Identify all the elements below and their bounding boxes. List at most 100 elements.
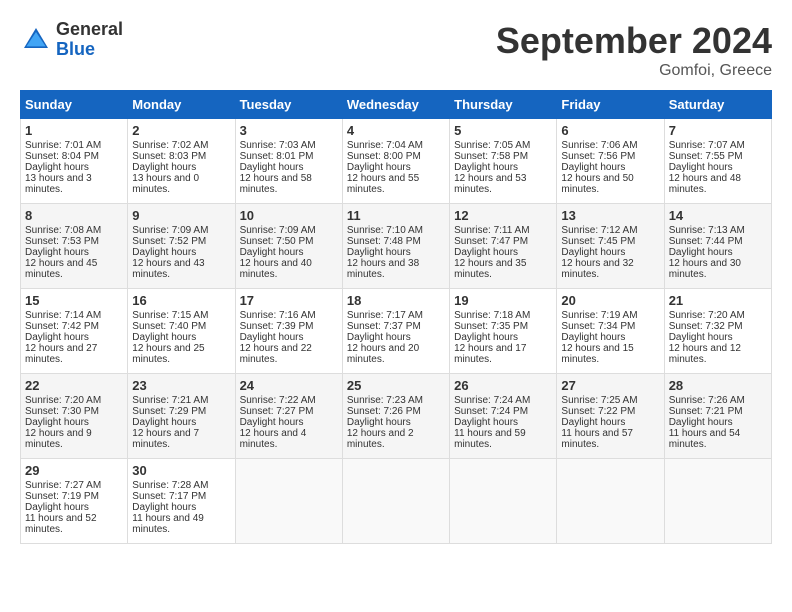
sunrise-label: Sunrise: 7:27 AM bbox=[25, 480, 101, 491]
col-wednesday: Wednesday bbox=[342, 91, 449, 119]
day-number: 10 bbox=[240, 208, 338, 223]
daylight-label: Daylight hours bbox=[561, 332, 625, 343]
daylight-value: 12 hours and 7 minutes. bbox=[132, 428, 199, 450]
sunrise-label: Sunrise: 7:07 AM bbox=[669, 140, 745, 151]
sunrise-label: Sunrise: 7:11 AM bbox=[454, 225, 529, 236]
sunset-label: Sunset: 8:01 PM bbox=[240, 151, 314, 162]
day-number: 20 bbox=[561, 293, 659, 308]
day-number: 8 bbox=[25, 208, 123, 223]
daylight-value: 11 hours and 57 minutes. bbox=[561, 428, 633, 450]
sunrise-label: Sunrise: 7:25 AM bbox=[561, 395, 637, 406]
day-number: 6 bbox=[561, 123, 659, 138]
logo-blue: Blue bbox=[56, 39, 95, 59]
day-number: 9 bbox=[132, 208, 230, 223]
daylight-value: 12 hours and 50 minutes. bbox=[561, 173, 633, 195]
day-number: 2 bbox=[132, 123, 230, 138]
table-row: 17 Sunrise: 7:16 AM Sunset: 7:39 PM Dayl… bbox=[235, 289, 342, 374]
logo-general: General bbox=[56, 19, 123, 39]
daylight-label: Daylight hours bbox=[240, 162, 304, 173]
day-number: 19 bbox=[454, 293, 552, 308]
daylight-label: Daylight hours bbox=[132, 417, 196, 428]
logo-text: General Blue bbox=[56, 20, 123, 60]
day-number: 16 bbox=[132, 293, 230, 308]
table-row: 21 Sunrise: 7:20 AM Sunset: 7:32 PM Dayl… bbox=[664, 289, 771, 374]
sunrise-label: Sunrise: 7:26 AM bbox=[669, 395, 745, 406]
daylight-label: Daylight hours bbox=[25, 502, 89, 513]
daylight-label: Daylight hours bbox=[240, 247, 304, 258]
daylight-value: 12 hours and 9 minutes. bbox=[25, 428, 92, 450]
day-number: 24 bbox=[240, 378, 338, 393]
calendar-week-1: 1 Sunrise: 7:01 AM Sunset: 8:04 PM Dayli… bbox=[21, 119, 772, 204]
sunset-label: Sunset: 7:32 PM bbox=[669, 321, 743, 332]
calendar-week-3: 15 Sunrise: 7:14 AM Sunset: 7:42 PM Dayl… bbox=[21, 289, 772, 374]
day-number: 29 bbox=[25, 463, 123, 478]
table-row: 8 Sunrise: 7:08 AM Sunset: 7:53 PM Dayli… bbox=[21, 204, 128, 289]
sunset-label: Sunset: 7:22 PM bbox=[561, 406, 635, 417]
calendar-header-row: Sunday Monday Tuesday Wednesday Thursday… bbox=[21, 91, 772, 119]
day-number: 5 bbox=[454, 123, 552, 138]
sunrise-label: Sunrise: 7:04 AM bbox=[347, 140, 423, 151]
daylight-label: Daylight hours bbox=[132, 247, 196, 258]
calendar-table: Sunday Monday Tuesday Wednesday Thursday… bbox=[20, 90, 772, 544]
sunset-label: Sunset: 7:55 PM bbox=[669, 151, 743, 162]
sunset-label: Sunset: 7:29 PM bbox=[132, 406, 206, 417]
day-number: 15 bbox=[25, 293, 123, 308]
sunset-label: Sunset: 7:19 PM bbox=[25, 491, 99, 502]
sunset-label: Sunset: 7:35 PM bbox=[454, 321, 528, 332]
sunset-label: Sunset: 7:53 PM bbox=[25, 236, 99, 247]
daylight-value: 12 hours and 20 minutes. bbox=[347, 343, 419, 365]
day-number: 3 bbox=[240, 123, 338, 138]
day-number: 4 bbox=[347, 123, 445, 138]
calendar-week-4: 22 Sunrise: 7:20 AM Sunset: 7:30 PM Dayl… bbox=[21, 374, 772, 459]
sunrise-label: Sunrise: 7:08 AM bbox=[25, 225, 101, 236]
daylight-label: Daylight hours bbox=[669, 162, 733, 173]
sunrise-label: Sunrise: 7:10 AM bbox=[347, 225, 423, 236]
sunset-label: Sunset: 7:30 PM bbox=[25, 406, 99, 417]
sunset-label: Sunset: 7:37 PM bbox=[347, 321, 421, 332]
daylight-label: Daylight hours bbox=[669, 247, 733, 258]
table-row bbox=[342, 459, 449, 544]
logo-icon bbox=[20, 24, 52, 56]
daylight-value: 12 hours and 48 minutes. bbox=[669, 173, 741, 195]
sunset-label: Sunset: 7:17 PM bbox=[132, 491, 206, 502]
location: Gomfoi, Greece bbox=[496, 62, 772, 80]
col-saturday: Saturday bbox=[664, 91, 771, 119]
sunrise-label: Sunrise: 7:01 AM bbox=[25, 140, 101, 151]
sunrise-label: Sunrise: 7:28 AM bbox=[132, 480, 208, 491]
daylight-label: Daylight hours bbox=[347, 162, 411, 173]
sunrise-label: Sunrise: 7:19 AM bbox=[561, 310, 637, 321]
daylight-label: Daylight hours bbox=[347, 247, 411, 258]
daylight-label: Daylight hours bbox=[240, 332, 304, 343]
sunrise-label: Sunrise: 7:02 AM bbox=[132, 140, 208, 151]
daylight-value: 11 hours and 54 minutes. bbox=[669, 428, 741, 450]
sunrise-label: Sunrise: 7:22 AM bbox=[240, 395, 316, 406]
sunrise-label: Sunrise: 7:03 AM bbox=[240, 140, 316, 151]
daylight-value: 12 hours and 12 minutes. bbox=[669, 343, 741, 365]
day-number: 14 bbox=[669, 208, 767, 223]
daylight-value: 12 hours and 27 minutes. bbox=[25, 343, 97, 365]
daylight-value: 12 hours and 25 minutes. bbox=[132, 343, 204, 365]
sunrise-label: Sunrise: 7:15 AM bbox=[132, 310, 208, 321]
col-sunday: Sunday bbox=[21, 91, 128, 119]
table-row: 16 Sunrise: 7:15 AM Sunset: 7:40 PM Dayl… bbox=[128, 289, 235, 374]
sunrise-label: Sunrise: 7:05 AM bbox=[454, 140, 530, 151]
table-row: 5 Sunrise: 7:05 AM Sunset: 7:58 PM Dayli… bbox=[450, 119, 557, 204]
table-row: 13 Sunrise: 7:12 AM Sunset: 7:45 PM Dayl… bbox=[557, 204, 664, 289]
table-row: 1 Sunrise: 7:01 AM Sunset: 8:04 PM Dayli… bbox=[21, 119, 128, 204]
daylight-value: 12 hours and 22 minutes. bbox=[240, 343, 312, 365]
table-row: 12 Sunrise: 7:11 AM Sunset: 7:47 PM Dayl… bbox=[450, 204, 557, 289]
daylight-label: Daylight hours bbox=[454, 417, 518, 428]
table-row: 3 Sunrise: 7:03 AM Sunset: 8:01 PM Dayli… bbox=[235, 119, 342, 204]
day-number: 25 bbox=[347, 378, 445, 393]
title-block: September 2024 Gomfoi, Greece bbox=[496, 20, 772, 80]
table-row: 10 Sunrise: 7:09 AM Sunset: 7:50 PM Dayl… bbox=[235, 204, 342, 289]
day-number: 23 bbox=[132, 378, 230, 393]
sunset-label: Sunset: 7:47 PM bbox=[454, 236, 528, 247]
sunrise-label: Sunrise: 7:12 AM bbox=[561, 225, 637, 236]
sunset-label: Sunset: 8:03 PM bbox=[132, 151, 206, 162]
sunset-label: Sunset: 7:24 PM bbox=[454, 406, 528, 417]
table-row: 25 Sunrise: 7:23 AM Sunset: 7:26 PM Dayl… bbox=[342, 374, 449, 459]
daylight-value: 12 hours and 15 minutes. bbox=[561, 343, 633, 365]
sunrise-label: Sunrise: 7:17 AM bbox=[347, 310, 423, 321]
day-number: 13 bbox=[561, 208, 659, 223]
